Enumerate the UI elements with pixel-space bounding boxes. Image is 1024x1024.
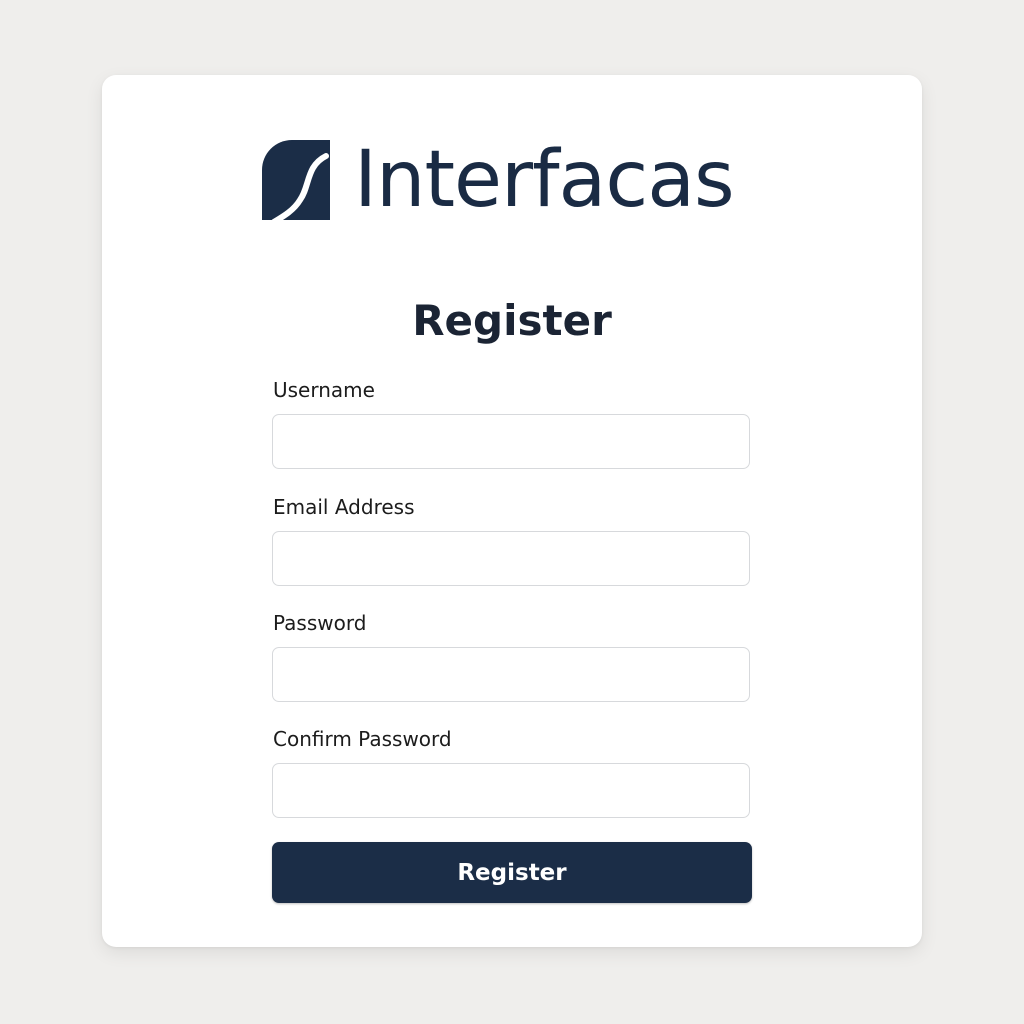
brand-name: Interfacas (354, 135, 735, 225)
brand-logo: Interfacas (262, 135, 735, 225)
password-label: Password (273, 611, 367, 635)
email-label: Email Address (273, 495, 415, 519)
confirm-password-input[interactable] (272, 763, 750, 818)
username-input[interactable] (272, 414, 750, 469)
page-title: Register (412, 296, 612, 345)
register-card: Interfacas Register Username Email Addre… (102, 75, 922, 947)
confirm-password-label: Confirm Password (273, 727, 452, 751)
username-label: Username (273, 378, 375, 402)
password-input[interactable] (272, 647, 750, 702)
register-button[interactable]: Register (272, 842, 752, 903)
interfacas-logo-icon (262, 140, 330, 220)
email-input[interactable] (272, 531, 750, 586)
